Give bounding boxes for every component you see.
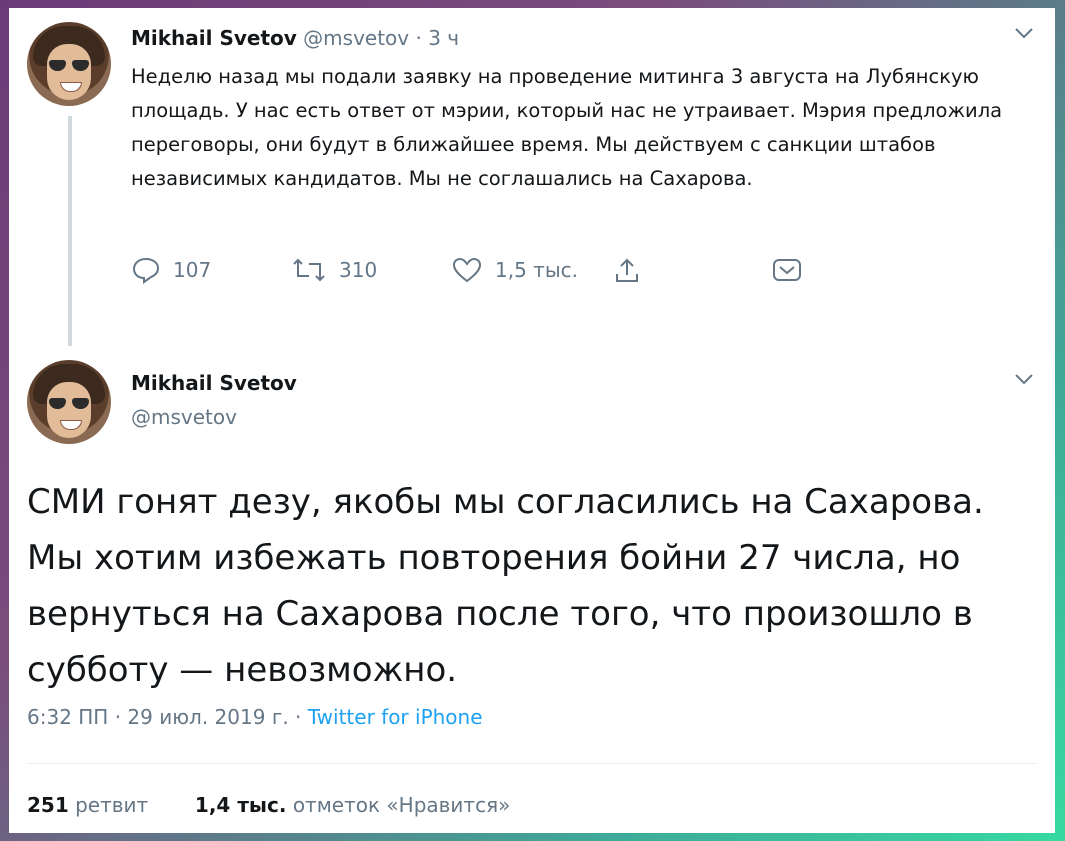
like-label[interactable]: отметок «Нравится» [293,793,511,817]
tweet-actions: 107 310 1,5 тыс. [131,256,811,292]
retweet-total[interactable]: 251 [27,793,69,817]
tweet-stats: 251 ретвит 1,4 тыс. отметок «Нравится» [27,793,510,817]
tweet-text: СМИ гонят дезу, якобы мы согласились на … [27,482,984,690]
tweet-card: Mikhail Svetov @msvetov · 3 ч Неделю наз… [9,8,1055,833]
like-total[interactable]: 1,4 тыс. [195,793,287,817]
share-icon [616,258,638,282]
reply-button[interactable]: 107 [131,256,211,284]
chevron-down-icon[interactable] [1013,372,1035,386]
tweet-meta: 6:32 ПП · 29 июл. 2019 г. · Twitter for … [27,705,483,729]
author-name[interactable]: Mikhail Svetov [131,26,297,50]
retweet-count: 310 [339,258,378,282]
retweet-icon [293,258,325,282]
tweet-header: Mikhail Svetov @msvetov · 3 ч [131,26,459,50]
separator-dot: · [415,26,422,50]
reply-icon [132,257,160,284]
author-name[interactable]: Mikhail Svetov [131,371,297,395]
direct-message-button[interactable] [771,256,803,284]
chevron-down-icon[interactable] [1013,26,1035,40]
like-count: 1,5 тыс. [495,258,578,282]
tweet-timestamp[interactable]: 6:32 ПП · 29 июл. 2019 г. · [27,705,308,729]
like-button[interactable]: 1,5 тыс. [451,256,578,284]
divider [27,763,1037,764]
author-handle[interactable]: @msvetov [303,26,409,50]
retweet-label[interactable]: ретвит [75,793,148,817]
direct-message-icon [773,259,801,281]
author-handle[interactable]: @msvetov [131,405,237,429]
avatar[interactable] [27,22,111,106]
retweet-button[interactable]: 310 [291,256,377,284]
thread-connector [68,116,72,346]
tweet-text: Неделю назад мы подали заявку на проведе… [131,65,1003,190]
avatar[interactable] [27,360,111,444]
share-button[interactable] [613,256,641,284]
heart-icon [452,257,482,283]
tweet-source-link[interactable]: Twitter for iPhone [308,705,483,729]
tweet-time[interactable]: 3 ч [428,26,459,50]
reply-count: 107 [173,258,212,282]
